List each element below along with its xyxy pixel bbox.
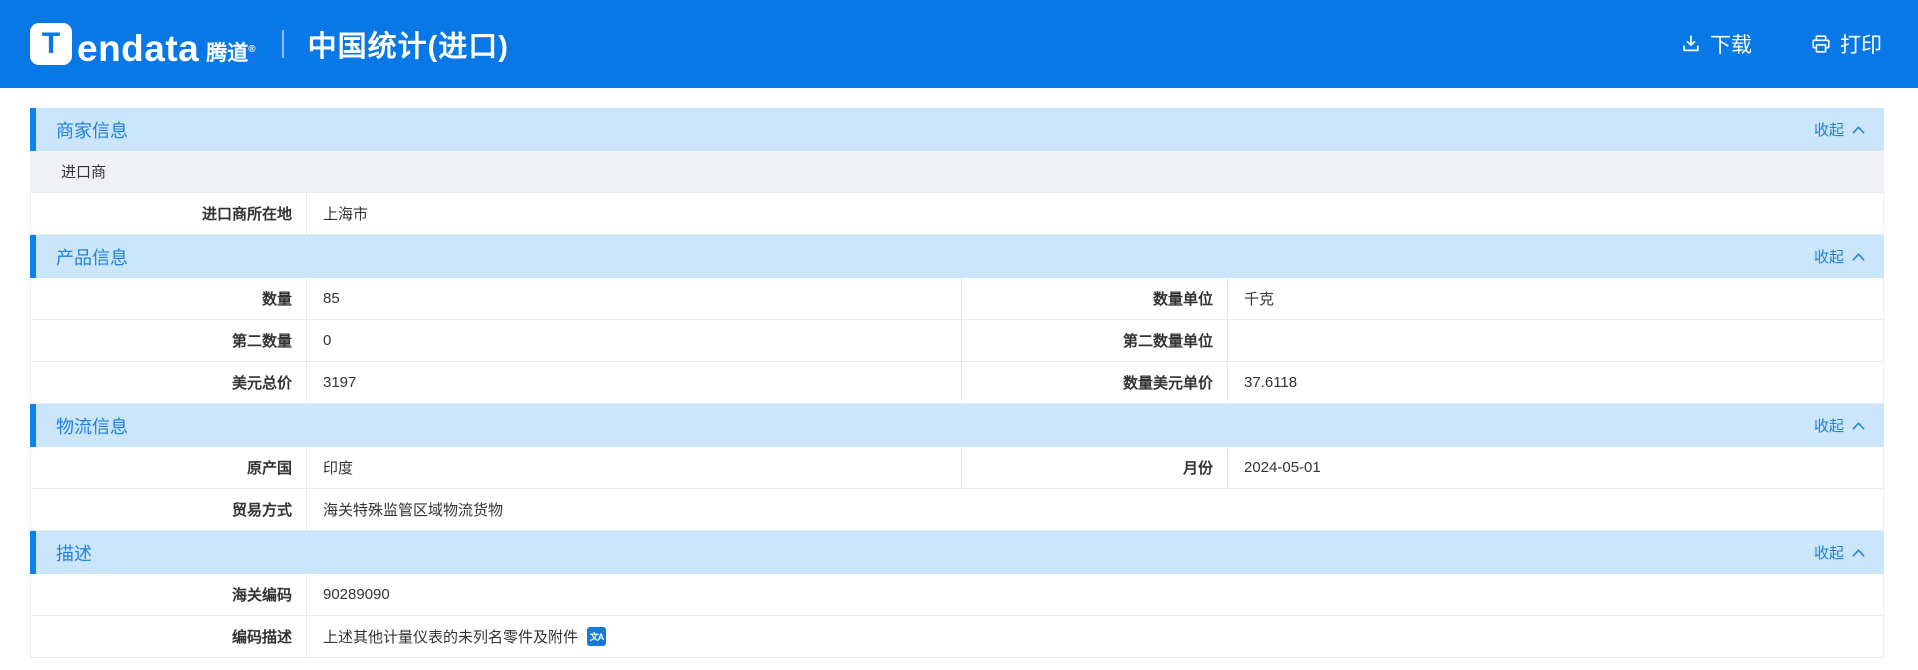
table-row: 编码描述 上述其他计量仪表的未列名零件及附件 文A [30, 616, 1884, 658]
field-label-second-quantity: 第二数量 [31, 320, 307, 361]
field-value-quantity: 85 [307, 278, 962, 319]
field-value-quantity-unit: 千克 [1244, 291, 1275, 308]
section-header-description: 描述 收起 [30, 531, 1884, 574]
table-row: 数量 85 数量单位 千克 [30, 278, 1884, 320]
translate-icon[interactable]: 文A [587, 627, 607, 646]
table-row: 贸易方式 海关特殊监管区域物流货物 [30, 489, 1884, 531]
download-button[interactable]: 下载 [1680, 29, 1752, 59]
collapse-toggle-logistics[interactable]: 收起 [1814, 415, 1866, 436]
field-label-origin-country: 原产国 [31, 447, 307, 488]
field-label-second-quantity-unit: 第二数量单位 [962, 320, 1228, 361]
chevron-up-icon [1852, 125, 1865, 134]
logo-cn-text: 腾道 [206, 41, 249, 65]
field-label-quantity: 数量 [31, 278, 307, 319]
field-label-importer-location: 进口商所在地 [31, 193, 307, 234]
importer-row: 进口商 [30, 151, 1884, 193]
field-value-second-quantity: 0 [307, 320, 962, 361]
field-value-second-quantity-unit [1228, 320, 1883, 361]
table-row: 海关编码 90289090 [30, 574, 1884, 616]
section-title: 物流信息 [56, 416, 128, 437]
collapse-label: 收起 [1813, 418, 1844, 435]
table-row: 原产国 印度 月份 2024-05-01 [30, 447, 1884, 489]
logo-cn-wordmark: 腾道® [206, 42, 255, 65]
field-label-usd-unit-price: 数量美元单价 [962, 362, 1228, 403]
header-divider [281, 30, 284, 58]
field-label-hs-code: 海关编码 [31, 574, 307, 615]
logo-wordmark: endata [77, 27, 200, 69]
page-title: 中国统计(进口) [307, 31, 509, 63]
field-value-origin-country: 印度 [307, 447, 962, 488]
section-title: 商家信息 [56, 120, 128, 141]
field-value-importer-location: 上海市 [323, 206, 369, 223]
collapse-label: 收起 [1813, 122, 1844, 139]
collapse-toggle-merchant[interactable]: 收起 [1814, 119, 1866, 140]
tendata-logo[interactable]: T endata 腾道® [30, 23, 256, 69]
section-header-logistics: 物流信息 收起 [30, 404, 1884, 447]
chevron-up-icon [1852, 548, 1865, 557]
section-title: 描述 [56, 543, 92, 564]
importer-label: 进口商 [61, 164, 107, 181]
field-label-trade-mode: 贸易方式 [31, 489, 307, 530]
download-icon [1683, 35, 1699, 52]
table-row: 进口商所在地 上海市 [30, 193, 1884, 235]
collapse-toggle-product[interactable]: 收起 [1814, 246, 1866, 267]
record-detail: 商家信息 收起 进口商 进口商所在地 上海市 产品信息 收起 数量 85 数量单… [30, 108, 1884, 658]
field-value-usd-total: 3197 [307, 362, 962, 403]
table-row: 美元总价 3197 数量美元单价 37.6118 [30, 362, 1884, 404]
section-title: 产品信息 [56, 247, 128, 268]
field-value-hs-code: 90289090 [323, 586, 390, 603]
chevron-up-icon [1852, 252, 1865, 261]
collapse-label: 收起 [1813, 545, 1844, 562]
collapse-toggle-description[interactable]: 收起 [1814, 542, 1866, 563]
table-row: 第二数量 0 第二数量单位 [30, 320, 1884, 362]
app-header: T endata 腾道® 中国统计(进口) 下载 打印 [0, 0, 1918, 88]
chevron-up-icon [1852, 421, 1865, 430]
code-description-text: 上述其他计量仪表的未列名零件及附件 [323, 629, 579, 646]
print-icon [1812, 35, 1830, 53]
header-actions: 下载 打印 [1680, 29, 1882, 59]
section-header-merchant: 商家信息 收起 [30, 108, 1884, 151]
field-label-month: 月份 [962, 447, 1228, 488]
field-label-usd-total: 美元总价 [31, 362, 307, 403]
registered-mark: ® [248, 43, 256, 55]
field-label-quantity-unit: 数量单位 [962, 278, 1228, 319]
section-header-product: 产品信息 收起 [30, 235, 1884, 278]
field-label-code-description: 编码描述 [31, 616, 307, 657]
field-value-usd-unit-price: 37.6118 [1244, 374, 1298, 391]
field-value-month: 2024-05-01 [1244, 459, 1321, 476]
print-label: 打印 [1840, 34, 1882, 57]
print-button[interactable]: 打印 [1810, 29, 1882, 59]
collapse-label: 收起 [1813, 249, 1844, 266]
download-label: 下载 [1710, 34, 1752, 57]
tendata-logo-icon: T [30, 23, 72, 65]
field-value-trade-mode: 海关特殊监管区域物流货物 [323, 502, 504, 519]
field-value-code-description: 上述其他计量仪表的未列名零件及附件 文A [307, 616, 1883, 657]
